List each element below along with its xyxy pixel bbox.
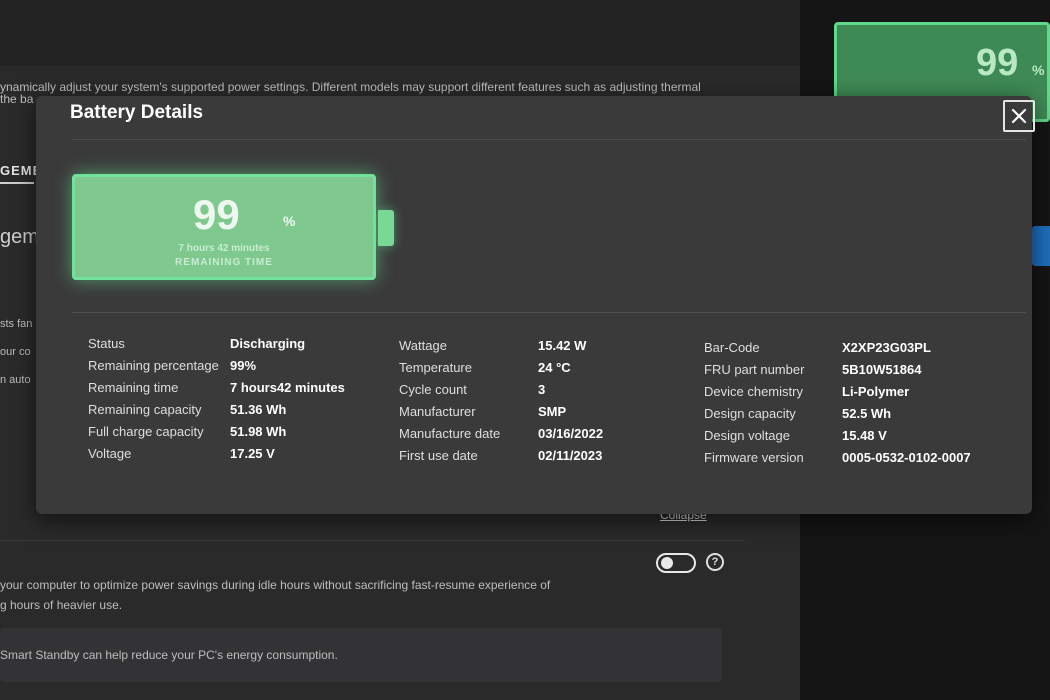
- detail-label: Remaining time: [88, 380, 179, 395]
- detail-label: Manufacture date: [399, 426, 501, 441]
- detail-value: 51.36 Wh: [230, 402, 287, 417]
- standby-info-text: Smart Standby can help reduce your PC's …: [0, 648, 338, 662]
- battery-remaining-label: REMAINING TIME: [175, 257, 273, 268]
- detail-value: 5B10W51864: [842, 362, 922, 377]
- background-side-text-3: n auto: [0, 374, 31, 386]
- close-button[interactable]: [1003, 100, 1035, 132]
- detail-label: Design capacity: [704, 406, 796, 421]
- battery-remaining-time: 7 hours 42 minutes: [178, 243, 270, 254]
- battery-percent-sign: %: [283, 213, 296, 229]
- background-description-line1: ynamically adjust your system's supporte…: [0, 80, 701, 94]
- dialog-title: Battery Details: [70, 102, 204, 123]
- help-icon[interactable]: ?: [706, 553, 724, 571]
- detail-value: SMP: [538, 404, 567, 419]
- detail-label: Device chemistry: [704, 384, 803, 399]
- battery-graphic: 99 % 7 hours 42 minutes REMAINING TIME: [72, 174, 376, 280]
- detail-value: Discharging: [230, 336, 306, 351]
- detail-label: Full charge capacity: [88, 424, 204, 439]
- background-divider: [0, 540, 745, 541]
- detail-label: Voltage: [88, 446, 132, 461]
- detail-value: 51.98 Wh: [230, 424, 287, 439]
- detail-value: 15.42 W: [538, 338, 587, 353]
- background-battery-percent-sign: %: [1032, 62, 1045, 78]
- detail-label: Remaining percentage: [88, 358, 219, 373]
- detail-value: X2XP23G03PL: [842, 340, 931, 355]
- title-divider: [72, 139, 1026, 140]
- background-section-heading: gem: [0, 226, 39, 248]
- detail-label: Cycle count: [399, 382, 467, 397]
- detail-label: Design voltage: [704, 428, 790, 443]
- background-side-text-1: sts fan: [0, 318, 33, 330]
- background-header: [0, 0, 800, 66]
- battery-terminal: [378, 210, 394, 246]
- background-blue-button[interactable]: [1032, 226, 1050, 266]
- detail-label: Manufacturer: [399, 404, 476, 419]
- detail-label: Wattage: [399, 338, 447, 353]
- detail-label: Status: [88, 336, 125, 351]
- toggle-knob: [661, 557, 673, 569]
- detail-value: 03/16/2022: [538, 426, 604, 441]
- detail-value: Li-Polymer: [842, 384, 910, 399]
- close-icon: [1011, 108, 1027, 124]
- detail-value: 17.25 V: [230, 446, 275, 461]
- standby-description-line1: your computer to optimize power savings …: [0, 578, 551, 592]
- standby-description-line2: g hours of heavier use.: [0, 598, 123, 612]
- smart-standby-toggle[interactable]: [656, 553, 696, 573]
- background-description-line2: the ba: [0, 92, 34, 106]
- detail-value: 3: [538, 382, 546, 397]
- detail-value: 24 °C: [538, 360, 571, 375]
- detail-value: 52.5 Wh: [842, 406, 892, 421]
- background-side-text-2: our co: [0, 346, 31, 358]
- background-battery-percent: 99: [976, 42, 1019, 84]
- details-divider: [72, 312, 1026, 313]
- background-tab-underline: [0, 182, 34, 184]
- battery-percent: 99: [193, 191, 240, 238]
- detail-label: Remaining capacity: [88, 402, 202, 417]
- detail-label: Firmware version: [704, 450, 804, 465]
- detail-label: Bar-Code: [704, 340, 760, 355]
- battery-details-dialog: Battery Details 99 % 7 hours 42 minutes …: [36, 96, 1035, 514]
- detail-value: 02/11/2023: [538, 448, 603, 463]
- detail-value: 15.48 V: [842, 428, 887, 443]
- detail-value: 7 hours42 minutes: [230, 380, 345, 395]
- detail-label: First use date: [399, 448, 478, 463]
- detail-value: 99%: [230, 358, 257, 373]
- detail-value: 0005-0532-0102-0007: [842, 450, 971, 465]
- detail-label: Temperature: [399, 360, 472, 375]
- detail-label: FRU part number: [704, 362, 805, 377]
